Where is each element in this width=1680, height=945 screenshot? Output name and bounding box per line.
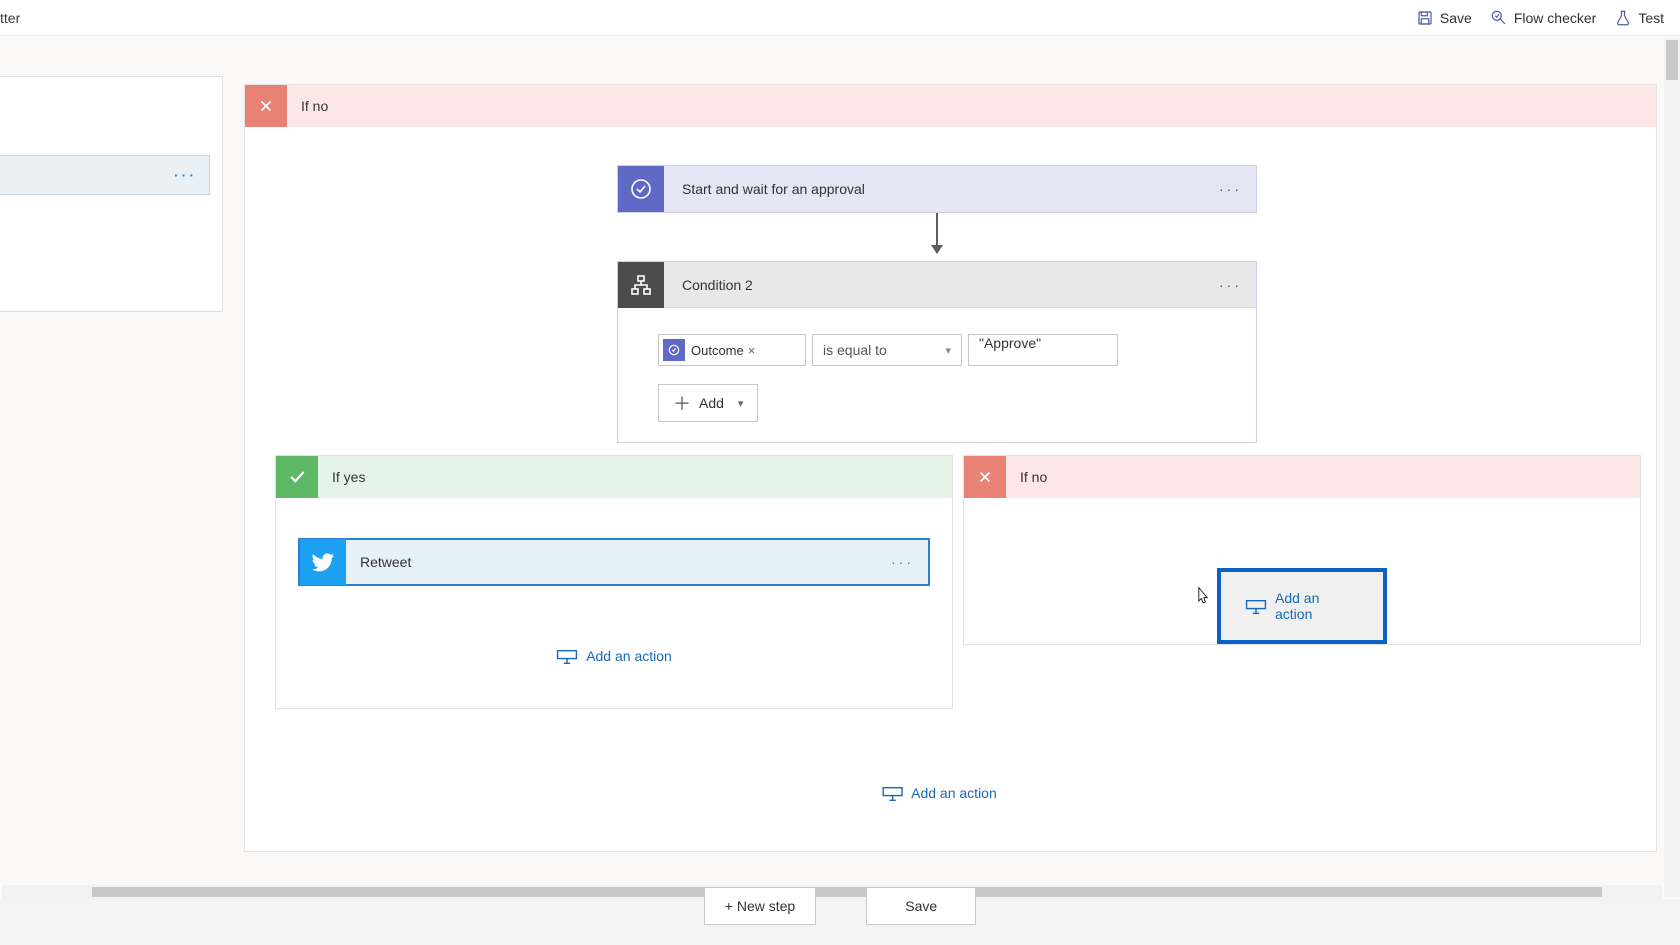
close-icon <box>245 85 287 127</box>
outer-branch-header[interactable]: If no <box>245 85 1656 127</box>
if-yes-label: If yes <box>318 469 365 485</box>
twitter-icon <box>300 539 346 585</box>
footer-bar: + New step Save <box>0 881 1680 931</box>
condition-value-input[interactable]: "Approve" <box>968 334 1118 366</box>
save-label: Save <box>1440 10 1472 26</box>
outer-branch-label: If no <box>287 98 328 114</box>
chevron-down-icon: ▾ <box>945 344 951 357</box>
flow-checker-button[interactable]: Flow checker <box>1490 9 1596 27</box>
test-button[interactable]: Test <box>1614 9 1664 27</box>
top-toolbar: tter Save Flow checker Test <box>0 0 1680 36</box>
flow-arrow-icon <box>936 213 938 253</box>
add-action-label: Add an action <box>1275 590 1359 622</box>
if-yes-header[interactable]: If yes <box>276 456 952 498</box>
add-action-icon <box>881 785 901 801</box>
outer-if-no-branch: If no Start and wait for an approval ···… <box>244 84 1657 852</box>
retweet-action-card[interactable]: Retweet ··· <box>298 538 930 586</box>
condition-operator-select[interactable]: is equal to ▾ <box>812 334 962 366</box>
ellipsis-icon[interactable]: ··· <box>174 167 197 183</box>
condition-icon <box>618 262 664 308</box>
footer-save-label: Save <box>905 898 937 914</box>
condition-add-button[interactable]: ＋ Add ▾ <box>658 384 758 422</box>
condition-title: Condition 2 <box>664 277 1219 293</box>
new-step-label: + New step <box>725 898 795 914</box>
add-action-icon <box>1245 598 1265 614</box>
retweet-menu-button[interactable]: ··· <box>891 554 928 570</box>
token-remove-button[interactable]: × <box>748 343 756 358</box>
if-no-add-action-button[interactable]: Add an action <box>1217 568 1387 644</box>
if-no-branch: If no Add an action <box>963 455 1641 645</box>
condition-menu-button[interactable]: ··· <box>1219 277 1256 293</box>
condition-left-operand[interactable]: Outcome × <box>658 334 806 366</box>
save-icon <box>1416 9 1434 27</box>
toolbar-actions: Save Flow checker Test <box>1416 9 1664 27</box>
breadcrumb-tail: tter <box>0 10 20 26</box>
approval-icon <box>618 166 664 212</box>
if-yes-add-action-button[interactable]: Add an action <box>298 648 930 664</box>
if-no-label: If no <box>1006 469 1047 485</box>
new-step-button[interactable]: + New step <box>704 887 816 925</box>
if-no-header[interactable]: If no <box>964 456 1640 498</box>
chevron-down-icon: ▾ <box>738 397 744 410</box>
retweet-title: Retweet <box>346 554 891 570</box>
vertical-scrollbar[interactable] <box>1664 38 1680 897</box>
add-action-label: Add an action <box>586 648 672 664</box>
save-button[interactable]: Save <box>1416 9 1472 27</box>
close-icon <box>964 456 1006 498</box>
check-icon <box>276 456 318 498</box>
flow-checker-label: Flow checker <box>1514 10 1596 26</box>
add-label: Add <box>699 395 724 411</box>
plus-icon: ＋ <box>673 390 691 416</box>
test-icon <box>1614 9 1632 27</box>
test-label: Test <box>1638 10 1664 26</box>
outcome-token[interactable]: Outcome × <box>663 338 761 362</box>
designer-canvas[interactable]: ··· If no Start and wait for an approval… <box>0 36 1680 899</box>
approval-menu-button[interactable]: ··· <box>1219 181 1256 197</box>
flow-checker-icon <box>1490 9 1508 27</box>
footer-save-button[interactable]: Save <box>866 887 976 925</box>
main-add-action-label: Add an action <box>911 785 997 801</box>
if-yes-branch: If yes Retweet ··· Add an action <box>275 455 953 709</box>
previous-action-card[interactable]: ··· <box>0 155 210 195</box>
approval-action-card[interactable]: Start and wait for an approval ··· <box>617 165 1257 213</box>
condition-row: Outcome × is equal to ▾ "Approve" <box>658 334 1216 366</box>
condition-body: Outcome × is equal to ▾ "Approve" ＋ Add … <box>618 308 1256 442</box>
token-label: Outcome <box>691 343 744 358</box>
add-action-icon <box>556 648 576 664</box>
previous-branch-partial: ··· <box>0 76 223 312</box>
approval-title: Start and wait for an approval <box>664 181 1219 197</box>
condition-card[interactable]: Condition 2 ··· Outcome × <box>617 261 1257 443</box>
main-add-action-button[interactable]: Add an action <box>881 785 997 801</box>
approval-token-icon <box>663 339 685 361</box>
operator-label: is equal to <box>823 342 887 358</box>
